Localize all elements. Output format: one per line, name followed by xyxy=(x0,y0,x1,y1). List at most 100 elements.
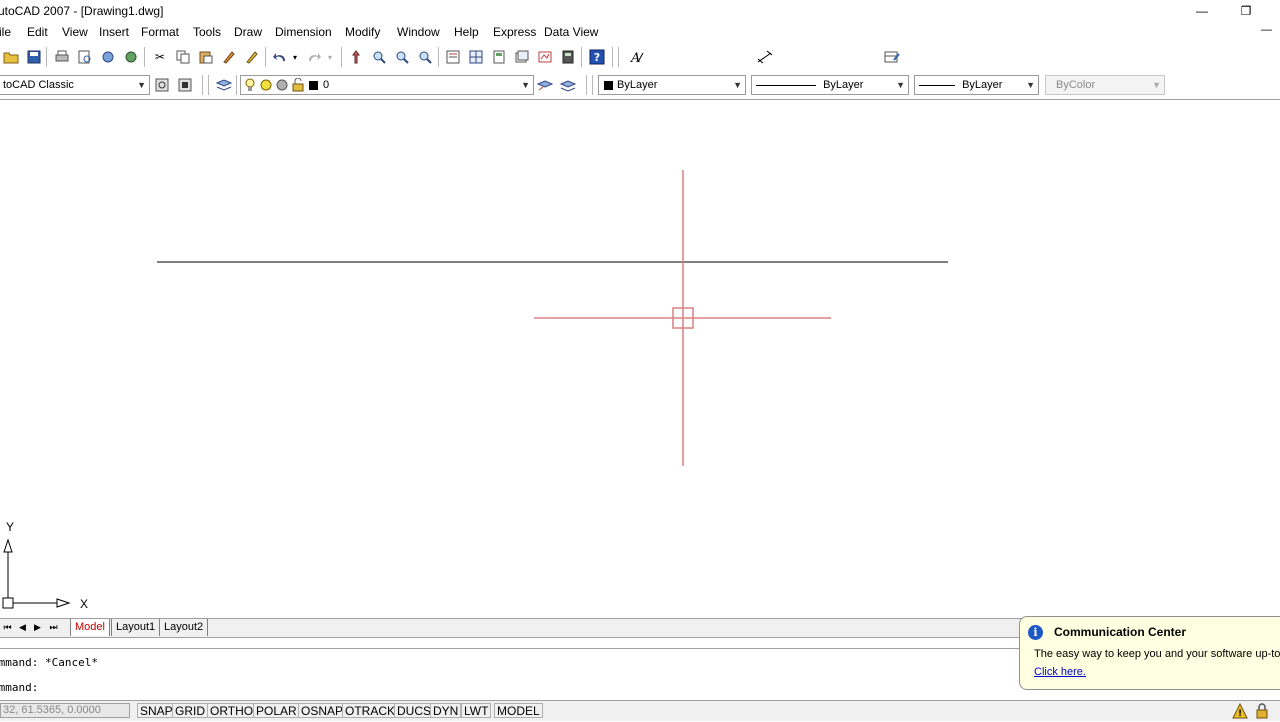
balloon-body: The easy way to keep you and your softwa… xyxy=(1034,648,1280,660)
sheet-set-icon[interactable] xyxy=(513,48,531,66)
chevron-down-icon: ▼ xyxy=(1152,80,1161,90)
menu-file[interactable]: ile xyxy=(0,25,11,39)
menu-window[interactable]: Window xyxy=(397,25,440,39)
model-toggle[interactable]: MODEL xyxy=(494,703,543,718)
copy-icon[interactable] xyxy=(174,48,192,66)
save-icon[interactable] xyxy=(25,48,43,66)
cut-icon[interactable]: ✂ xyxy=(151,48,169,66)
otrack-toggle[interactable]: OTRACK xyxy=(342,703,399,718)
menu-tools[interactable]: Tools xyxy=(193,25,221,39)
color-swatch xyxy=(604,81,613,90)
communication-center-balloon[interactable]: i Communication Center The easy way to k… xyxy=(1019,616,1280,690)
dyn-toggle[interactable]: DYN xyxy=(430,703,462,718)
osnap-toggle[interactable]: OSNAP xyxy=(298,703,347,718)
open-icon[interactable] xyxy=(2,48,20,66)
menu-insert[interactable]: Insert xyxy=(99,25,129,39)
toolbar-separator xyxy=(341,47,342,67)
linetype-dropdown[interactable]: ByLayer ▼ xyxy=(751,75,909,95)
tab-model[interactable]: Model xyxy=(70,619,110,636)
info-icon: i xyxy=(1028,625,1043,640)
help-icon[interactable]: ? xyxy=(588,48,606,66)
pan-icon[interactable] xyxy=(347,48,365,66)
ucs-x-label: X xyxy=(80,597,88,611)
menu-dimension[interactable]: Dimension xyxy=(275,25,332,39)
command-history-line: ommand: *Cancel* xyxy=(0,656,98,669)
publish-icon[interactable] xyxy=(99,48,117,66)
command-prompt[interactable]: ommand: xyxy=(0,681,38,694)
polar-toggle[interactable]: POLAR xyxy=(253,703,300,718)
menu-help[interactable]: Help xyxy=(454,25,479,39)
3d-dwf-icon[interactable] xyxy=(122,48,140,66)
menu-format[interactable]: Format xyxy=(141,25,179,39)
workspace-dropdown[interactable]: toCAD Classic ▼ xyxy=(0,75,150,95)
chevron-down-icon: ▼ xyxy=(521,80,530,90)
menu-edit[interactable]: Edit xyxy=(27,25,48,39)
window-title: utoCAD 2007 - [Drawing1.dwg] xyxy=(0,4,164,18)
tool-palettes-icon[interactable] xyxy=(490,48,508,66)
lineweight-preview xyxy=(919,84,955,86)
redo-icon[interactable] xyxy=(305,48,323,66)
lineweight-dropdown[interactable]: ByLayer ▼ xyxy=(914,75,1039,95)
ducs-toggle[interactable]: DUCS xyxy=(394,703,435,718)
block-editor-icon[interactable] xyxy=(243,48,261,66)
workspace-settings-icon[interactable] xyxy=(153,76,171,94)
tab-layout1[interactable]: Layout1 xyxy=(111,619,161,636)
plot-icon[interactable] xyxy=(53,48,71,66)
menu-modify[interactable]: Modify xyxy=(345,25,380,39)
tab-first-icon[interactable]: ⏮ xyxy=(0,620,15,635)
layer-dropdown[interactable]: 0 ▼ xyxy=(240,75,534,95)
minimize-button[interactable]: — xyxy=(1180,0,1224,22)
tab-prev-icon[interactable]: ◀ xyxy=(15,620,30,635)
redo-dropdown-icon[interactable]: ▾ xyxy=(325,48,335,66)
match-properties-icon[interactable] xyxy=(220,48,238,66)
text-style-icon[interactable]: A xyxy=(628,48,646,66)
layer-lock-icon[interactable] xyxy=(275,78,289,94)
drawing-canvas[interactable]: Y X xyxy=(0,100,1280,618)
dim-style-icon[interactable] xyxy=(756,48,774,66)
workspace-value: toCAD Classic xyxy=(3,79,74,91)
drawing-area[interactable]: Y X xyxy=(0,100,1280,618)
color-value: ByLayer xyxy=(617,79,658,91)
chevron-down-icon: ▼ xyxy=(733,80,742,90)
plot-preview-icon[interactable] xyxy=(76,48,94,66)
undo-icon[interactable] xyxy=(271,48,289,66)
ucs-icon xyxy=(2,538,71,609)
click-here-link[interactable]: Click here. xyxy=(1034,666,1086,678)
coordinates-display[interactable]: 32, 61.5365, 0.0000 xyxy=(0,703,130,718)
warning-icon[interactable]: ! xyxy=(1232,702,1248,722)
undo-dropdown-icon[interactable]: ▾ xyxy=(290,48,300,66)
tab-next-icon[interactable]: ▶ xyxy=(30,620,45,635)
menu-express[interactable]: Express xyxy=(493,25,536,39)
design-center-icon[interactable] xyxy=(467,48,485,66)
menu-draw[interactable]: Draw xyxy=(234,25,262,39)
layer-properties-icon[interactable] xyxy=(215,76,233,94)
layer-thaw-icon[interactable] xyxy=(259,78,273,94)
table-style-icon[interactable] xyxy=(883,48,901,66)
restore-button[interactable]: ❐ xyxy=(1224,0,1268,22)
menu-view[interactable]: View xyxy=(62,25,88,39)
layer-on-icon[interactable] xyxy=(243,77,257,94)
lwt-toggle[interactable]: LWT xyxy=(461,703,492,718)
layer-name: 0 xyxy=(323,79,330,91)
zoom-previous-icon[interactable] xyxy=(416,48,434,66)
layer-unlock-icon[interactable] xyxy=(291,77,305,94)
grid-toggle[interactable]: GRID xyxy=(172,703,208,718)
color-dropdown[interactable]: ByLayer ▼ xyxy=(598,75,746,95)
markup-set-icon[interactable] xyxy=(536,48,554,66)
zoom-realtime-icon[interactable] xyxy=(370,48,388,66)
menu-data-view[interactable]: Data View xyxy=(544,25,598,39)
tab-last-icon[interactable]: ⏭ xyxy=(46,620,61,635)
toolbar-lock-icon[interactable] xyxy=(1254,703,1270,722)
my-workspace-icon[interactable] xyxy=(176,76,194,94)
make-object-layer-current-icon[interactable] xyxy=(536,76,554,94)
snap-toggle[interactable]: SNAP xyxy=(137,703,176,718)
properties-icon[interactable] xyxy=(444,48,462,66)
quickcalc-icon[interactable] xyxy=(559,48,577,66)
zoom-window-icon[interactable] xyxy=(393,48,411,66)
ortho-toggle[interactable]: ORTHO xyxy=(207,703,257,718)
tab-layout2[interactable]: Layout2 xyxy=(159,619,209,636)
paste-icon[interactable] xyxy=(197,48,215,66)
layer-previous-icon[interactable] xyxy=(559,76,577,94)
drawing-minimize-button[interactable]: — xyxy=(1261,24,1272,36)
menu-bar: ile Edit View Insert Format Tools Draw D… xyxy=(0,22,1280,42)
